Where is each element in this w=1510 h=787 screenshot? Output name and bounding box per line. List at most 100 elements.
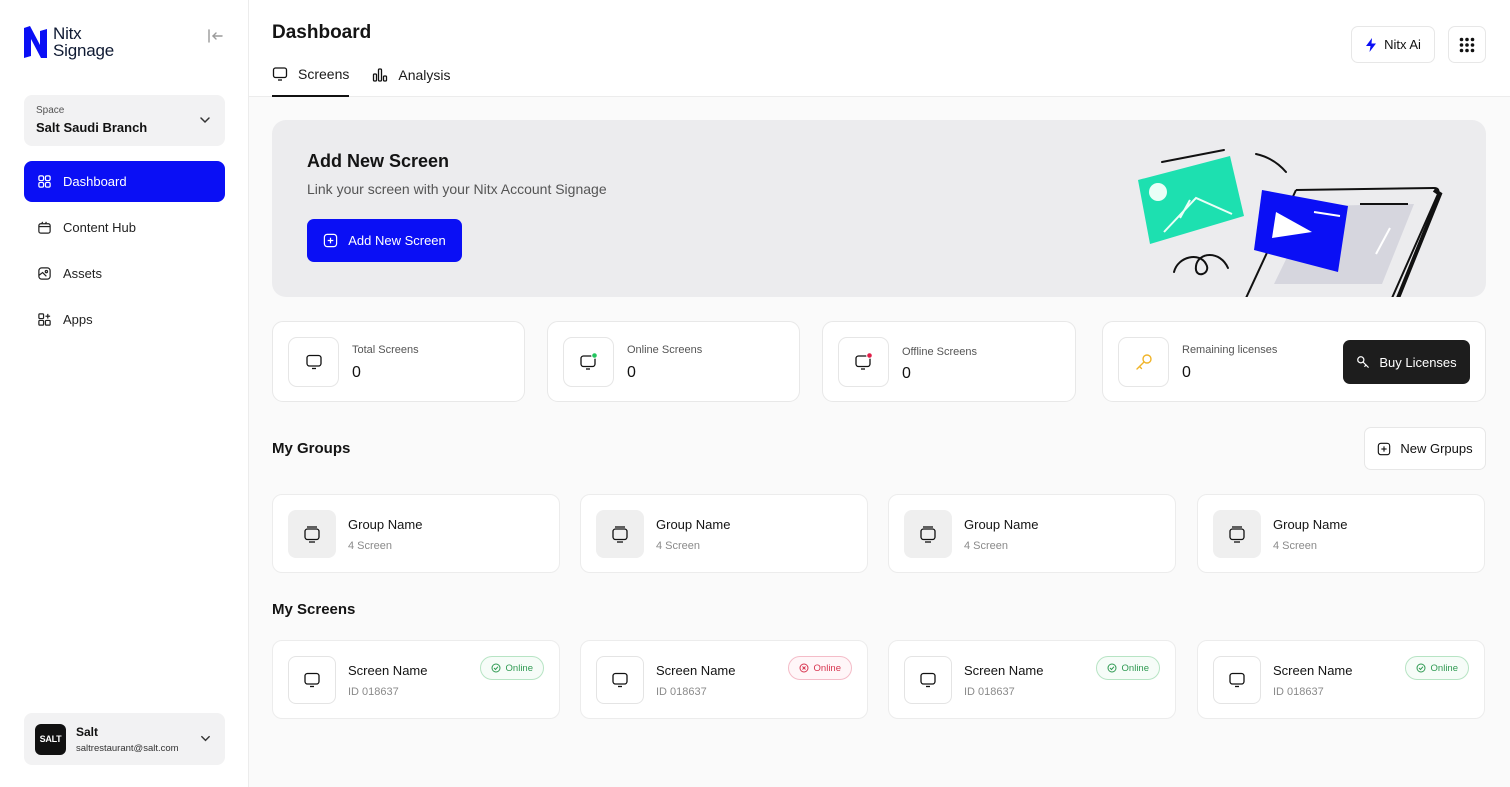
screen-name: Screen Name	[964, 663, 1044, 678]
screen-icon-box	[288, 656, 336, 704]
group-icon-box	[288, 510, 336, 558]
nav-item-apps[interactable]: Apps	[24, 299, 225, 340]
bar-chart-icon	[373, 67, 388, 82]
status-badge: Online	[787, 656, 852, 680]
buy-licenses-label: Buy Licenses	[1379, 354, 1457, 370]
nav-label: Content Hub	[63, 220, 136, 235]
assets-icon	[38, 267, 51, 280]
screen-id: ID 018637	[964, 686, 1015, 698]
check-circle-icon	[1107, 663, 1117, 673]
tab-analysis[interactable]: Analysis	[372, 62, 451, 97]
user-account-menu[interactable]: SALT Salt saltrestaurant@salt.com	[24, 713, 225, 765]
stat-offline-screens: Offline Screens 0	[822, 321, 1076, 402]
sidebar: Nitx Signage Space Salt Saudi Branch Das…	[0, 0, 249, 787]
screen-card[interactable]: Screen Name ID 018637 Online	[1197, 640, 1485, 719]
add-screen-banner: Add New Screen Link your screen with you…	[272, 120, 1486, 297]
tab-screens[interactable]: Screens	[272, 62, 350, 97]
logo-line2: Signage	[53, 41, 114, 60]
screen-name: Screen Name	[1273, 663, 1353, 678]
screen-icon-box	[904, 656, 952, 704]
user-email: saltrestaurant@salt.com	[76, 742, 179, 754]
tabs: Screens Analysis	[272, 62, 451, 97]
group-icon-box	[596, 510, 644, 558]
status-text: Online	[813, 662, 841, 674]
lightning-icon	[1366, 37, 1377, 52]
nitx-logo-icon	[24, 26, 47, 58]
user-info: Salt saltrestaurant@salt.com	[76, 725, 179, 754]
screen-card[interactable]: Screen Name ID 018637 Online	[272, 640, 560, 719]
screen-id: ID 018637	[1273, 686, 1324, 698]
nav-item-content-hub[interactable]: Content Hub	[24, 207, 225, 248]
screens-illustration-icon	[1138, 149, 1443, 297]
stat-online-screens: Online Screens 0	[547, 321, 800, 402]
nitx-ai-button[interactable]: Nitx Ai	[1351, 26, 1435, 63]
new-groups-button[interactable]: New Grpups	[1364, 427, 1486, 470]
stat-icon-box	[563, 337, 614, 387]
group-icon-box	[1213, 510, 1261, 558]
group-count: 4 Screen	[1273, 540, 1318, 552]
new-groups-label: New Grpups	[1400, 441, 1473, 456]
stat-value: 0	[1182, 364, 1191, 381]
screen-name: Screen Name	[656, 663, 736, 678]
monitor-icon	[272, 66, 288, 81]
grid-menu-icon	[1459, 37, 1475, 52]
stat-label: Remaining licenses	[1182, 344, 1278, 356]
page-title: Dashboard	[272, 22, 372, 43]
screen-name: Screen Name	[348, 663, 428, 678]
group-card[interactable]: Group Name 4 Screen	[1197, 494, 1485, 573]
status-badge: Online	[1404, 656, 1469, 680]
chevron-down-icon	[201, 735, 210, 742]
stat-label: Online Screens	[627, 344, 703, 356]
monitor-icon	[612, 672, 628, 688]
avatar: SALT	[35, 723, 66, 755]
screen-id: ID 018637	[656, 686, 707, 698]
logo-wordmark: Nitx Signage	[53, 25, 114, 59]
nav-label: Dashboard	[63, 174, 127, 189]
status-badge: Online	[479, 656, 544, 680]
stat-value: 0	[352, 364, 361, 381]
group-icon-box	[904, 510, 952, 558]
check-circle-icon	[1416, 663, 1426, 673]
nav-label: Apps	[63, 312, 93, 327]
plus-square-icon	[1378, 442, 1391, 455]
stat-icon-box	[1118, 337, 1169, 387]
nav-item-assets[interactable]: Assets	[24, 253, 225, 294]
x-circle-icon	[799, 663, 809, 673]
screen-icon-box	[596, 656, 644, 704]
status-text: Online	[1121, 662, 1149, 674]
key-icon	[1357, 356, 1370, 368]
group-card[interactable]: Group Name 4 Screen	[272, 494, 560, 573]
monitor-icon	[305, 354, 322, 370]
group-name: Group Name	[348, 517, 423, 532]
check-circle-icon	[491, 663, 501, 673]
stat-label: Offline Screens	[902, 346, 978, 358]
nav-item-dashboard[interactable]: Dashboard	[24, 161, 225, 202]
add-new-screen-button[interactable]: Add New Screen	[307, 219, 462, 262]
screen-card[interactable]: Screen Name ID 018637 Online	[888, 640, 1176, 719]
screen-card[interactable]: Screen Name ID 018637 Online	[580, 640, 868, 719]
monitor-icon	[920, 672, 936, 688]
group-name: Group Name	[964, 517, 1039, 532]
group-count: 4 Screen	[964, 540, 1009, 552]
status-badge: Online	[1095, 656, 1160, 680]
tab-label: Screens	[298, 65, 350, 82]
logo-line1: Nitx	[53, 24, 82, 43]
monitor-offline-icon	[854, 352, 873, 370]
apps-grid-button[interactable]	[1448, 26, 1486, 63]
ai-button-label: Nitx Ai	[1384, 37, 1421, 52]
monitor-online-icon	[579, 352, 598, 370]
add-screen-label: Add New Screen	[348, 233, 446, 248]
screen-group-icon	[612, 526, 628, 543]
buy-licenses-button[interactable]: Buy Licenses	[1343, 340, 1470, 384]
group-count: 4 Screen	[348, 540, 393, 552]
stat-value: 0	[902, 365, 911, 382]
group-card[interactable]: Group Name 4 Screen	[888, 494, 1176, 573]
user-name: Salt	[76, 724, 99, 739]
space-label: Space	[36, 105, 65, 116]
collapse-sidebar-icon[interactable]	[205, 26, 225, 46]
group-count: 4 Screen	[656, 540, 701, 552]
chevron-down-icon	[200, 117, 210, 124]
group-card[interactable]: Group Name 4 Screen	[580, 494, 868, 573]
space-selector[interactable]: Space Salt Saudi Branch	[24, 95, 225, 146]
logo[interactable]: Nitx Signage	[23, 25, 114, 59]
